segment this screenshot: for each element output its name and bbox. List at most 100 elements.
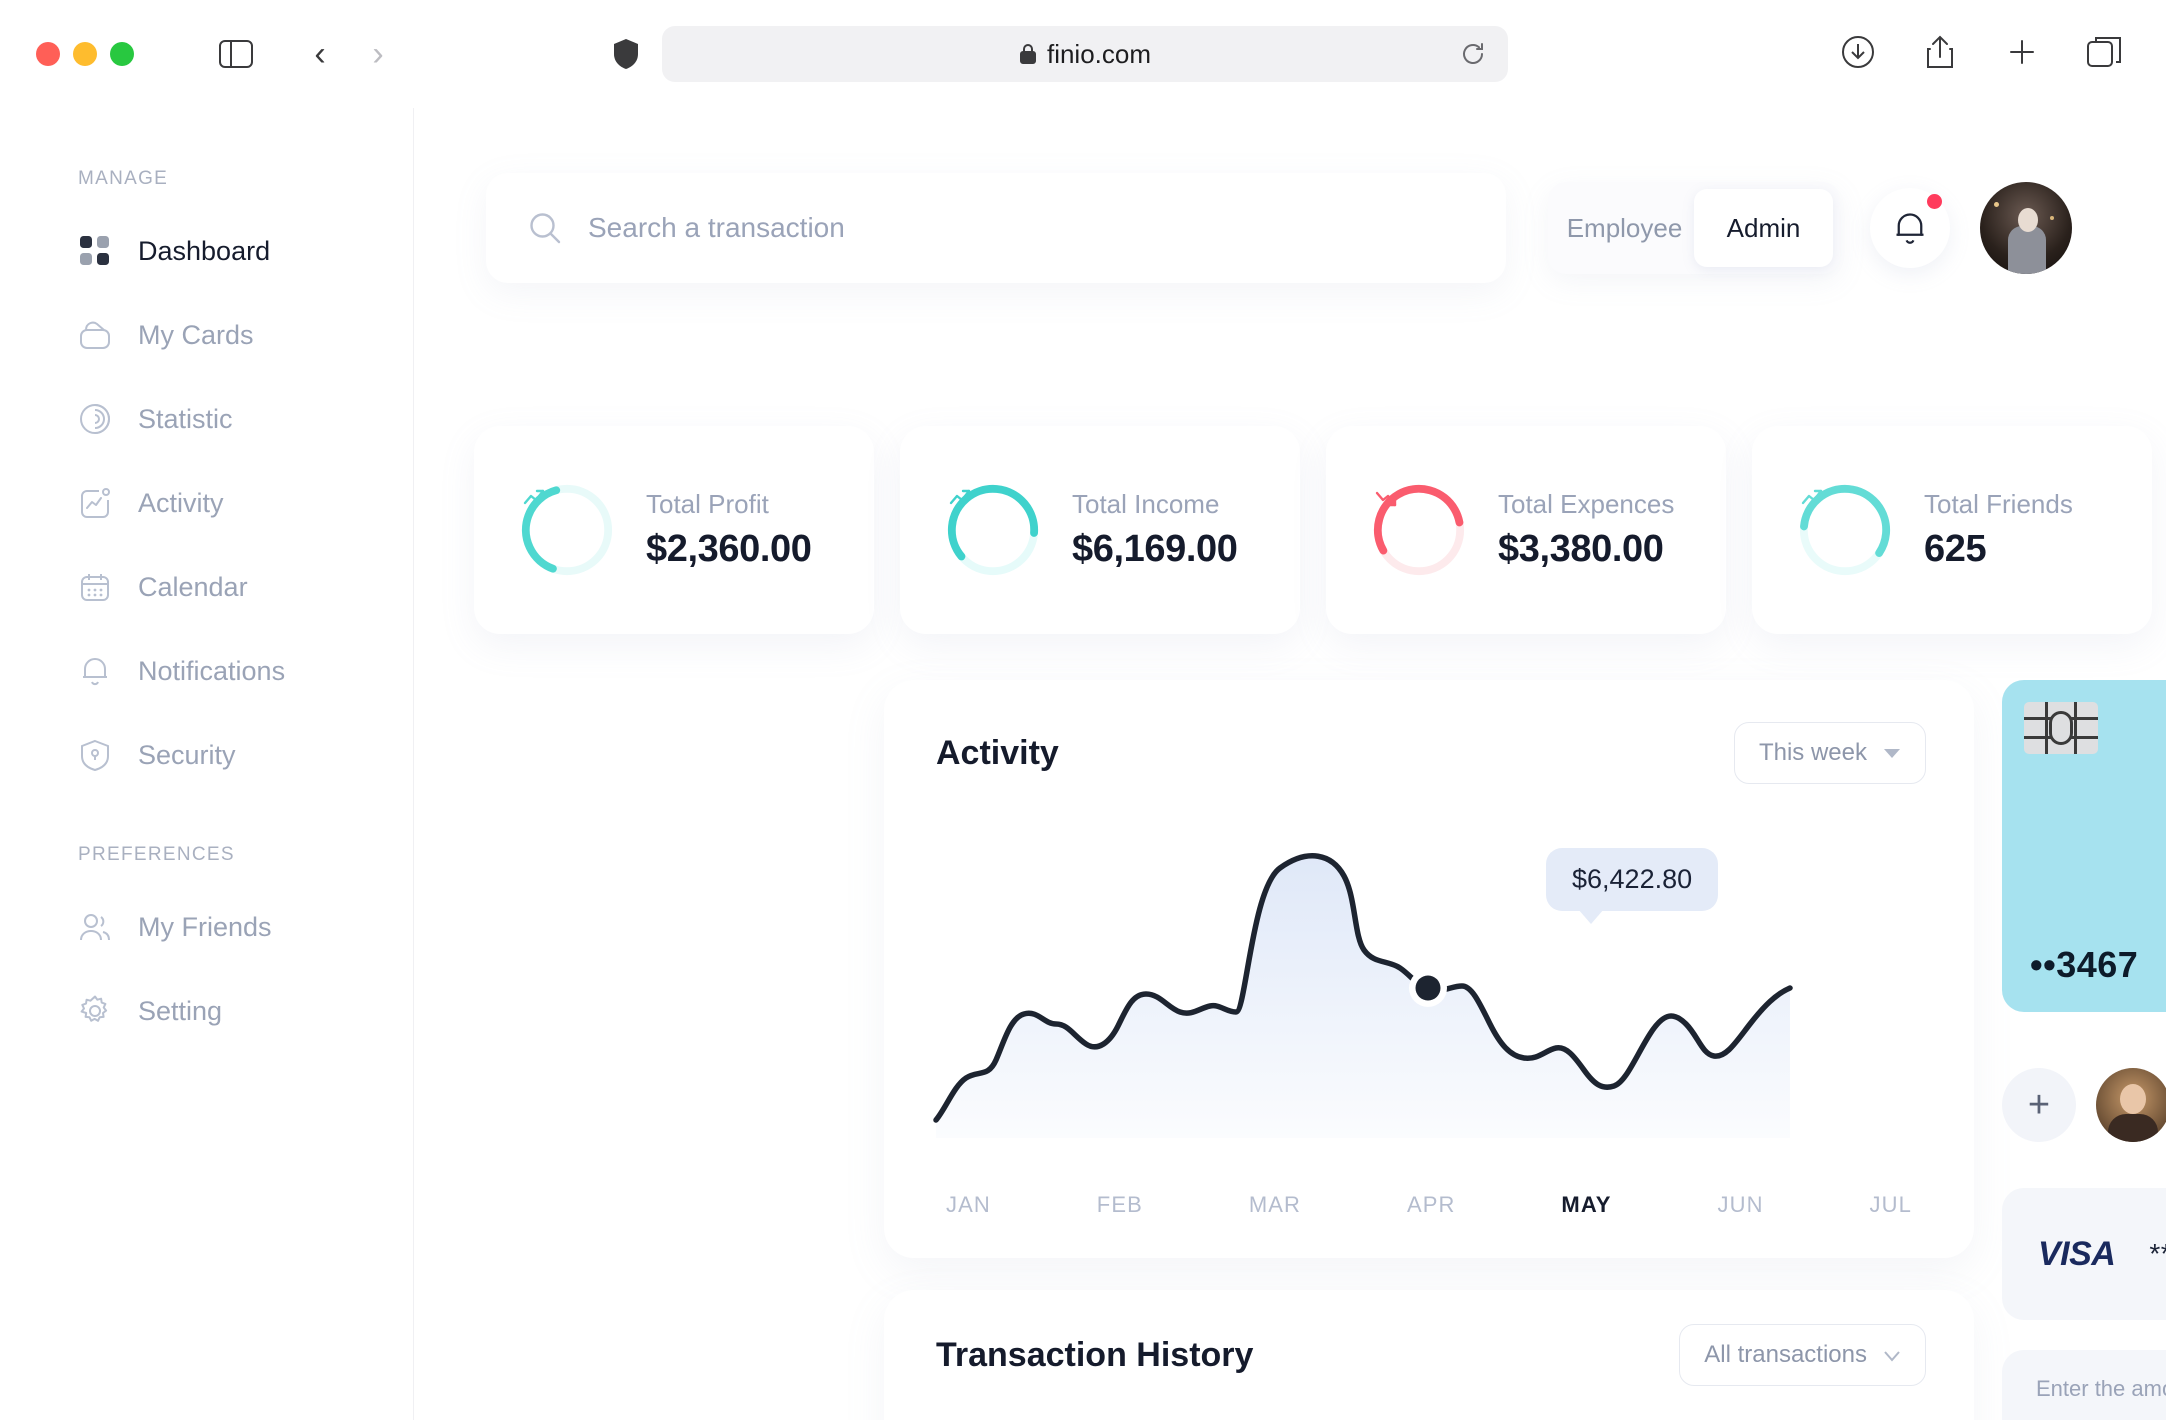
maximize-window-button[interactable] [110, 42, 134, 66]
axis-tick-feb: FEB [1096, 1192, 1143, 1217]
navigation-arrows[interactable]: ‹ › [298, 32, 400, 76]
right-panel: ••3467 DEBIT VISA + VISA **** 5478 [2002, 680, 2166, 1420]
stat-value: $6,169.00 [1072, 528, 1238, 570]
sidebar-item-security[interactable]: Security [78, 724, 413, 786]
sidebar-item-calendar[interactable]: Calendar [78, 556, 413, 618]
main-content: Employee Admin [414, 108, 2166, 1420]
chart-tooltip: $6,422.80 [1546, 848, 1719, 924]
transaction-history-card: Transaction History All transactions [884, 1290, 1974, 1420]
stat-card-total-expences[interactable]: Total Expences $3,380.00 [1326, 426, 1726, 634]
stat-label: Total Friends [1924, 489, 2073, 519]
amount-label: Enter the amount [2036, 1376, 2166, 1401]
chip-icon [2024, 702, 2098, 754]
stat-label: Total Expences [1498, 489, 1675, 519]
sidebar-section-preferences: PREFERENCES [78, 844, 235, 865]
activity-range-dropdown[interactable]: This week [1733, 722, 1926, 784]
forward-arrow-icon[interactable]: › [356, 32, 400, 76]
address-bar[interactable]: finio.com [662, 26, 1508, 82]
window-controls[interactable] [36, 42, 134, 66]
amount-input-box[interactable]: Enter the amount $1,450.60 [2002, 1350, 2166, 1420]
download-icon[interactable] [1832, 26, 1884, 78]
trend-up-icon [518, 481, 616, 579]
stat-value: $3,380.00 [1498, 528, 1664, 570]
role-segment-employee[interactable]: Employee [1555, 189, 1694, 267]
section-title: Transaction History [936, 1335, 1254, 1374]
search-icon [528, 211, 562, 245]
spiral-icon [78, 402, 112, 436]
role-segment-admin[interactable]: Admin [1694, 189, 1833, 267]
reload-icon[interactable] [1456, 37, 1490, 71]
sidebar-item-label: Statistic [138, 403, 233, 434]
sidebar-item-label: Dashboard [138, 235, 271, 266]
activity-range-label: This week [1758, 739, 1867, 766]
axis-tick-mar: MAR [1248, 1192, 1302, 1217]
sidebar-item-activity[interactable]: Activity [78, 472, 413, 534]
sidebar-item-notifications[interactable]: Notifications [78, 640, 413, 702]
trend-up-icon [1796, 481, 1894, 579]
notifications-button[interactable] [1870, 188, 1950, 268]
sidebar-section-manage: MANAGE [78, 168, 169, 189]
axis-tick-may: MAY [1561, 1192, 1612, 1217]
sidebar-toggle-icon[interactable] [210, 28, 262, 80]
grid-icon [78, 234, 112, 268]
people-icon [78, 910, 112, 944]
page-title: Activity [936, 733, 1059, 772]
sidebar-item-label: Security [138, 739, 236, 770]
search-box[interactable] [486, 173, 1506, 283]
add-friend-button[interactable]: + [2002, 1068, 2076, 1142]
browser-actions [1832, 26, 2130, 78]
friend-avatar-1[interactable] [2096, 1068, 2166, 1142]
avatar-detail [2050, 216, 2054, 220]
sidebar-item-setting[interactable]: Setting [78, 980, 413, 1042]
stat-card-total-income[interactable]: Total Income $6,169.00 [900, 426, 1300, 634]
plus-icon[interactable] [1996, 26, 2048, 78]
trend-down-icon [1370, 481, 1468, 579]
axis-tick-jun: JUN [1717, 1192, 1764, 1217]
avatar[interactable] [1980, 182, 2072, 274]
calendar-icon [78, 570, 112, 604]
sidebar-item-label: My Friends [138, 911, 272, 942]
activity-chart-icon [78, 486, 112, 520]
visa-logo: VISA [2038, 1234, 2116, 1273]
notification-badge [1927, 194, 1942, 209]
sidebar-item-my-cards[interactable]: My Cards [78, 304, 413, 366]
minimize-window-button[interactable] [73, 42, 97, 66]
amount-input[interactable]: $1,450.60 [2036, 1414, 2166, 1420]
chevron-down-icon [1883, 739, 1901, 767]
sidebar-item-statistic[interactable]: Statistic [78, 388, 413, 450]
chart-datapoint [1415, 975, 1441, 1001]
card-selector[interactable]: VISA **** 5478 [2002, 1188, 2166, 1320]
stat-card-total-profit[interactable]: Total Profit $2,360.00 [474, 426, 874, 634]
sidebar: MANAGE Dashboard My Cards Statistic Acti… [0, 108, 414, 1420]
dashboard-topbar: Employee Admin [486, 168, 2102, 288]
sidebar-item-label: Calendar [138, 571, 248, 602]
shield-lock-icon [78, 738, 112, 772]
search-input[interactable] [588, 212, 1368, 244]
sidebar-item-dashboard[interactable]: Dashboard [78, 220, 413, 282]
progress-ring [518, 481, 616, 579]
close-window-button[interactable] [36, 42, 60, 66]
axis-tick-apr: APR [1406, 1192, 1456, 1217]
role-toggle[interactable]: Employee Admin [1548, 182, 1840, 274]
axis-tick-jul: JUL [1869, 1192, 1912, 1217]
browser-toolbar: ‹ › finio.com [0, 0, 2166, 108]
transaction-filter-dropdown[interactable]: All transactions [1679, 1324, 1926, 1386]
sidebar-item-label: Notifications [138, 655, 286, 686]
stat-card-total-friends[interactable]: Total Friends 625 [1752, 426, 2152, 634]
share-icon[interactable] [1914, 26, 1966, 78]
back-arrow-icon[interactable]: ‹ [298, 32, 342, 76]
lock-icon [1019, 43, 1037, 65]
url-text: finio.com [1046, 38, 1152, 69]
activity-card: Activity This week $6,422.80 JAN FEB MAR… [884, 680, 1974, 1258]
card-number: ••3467 [2030, 944, 2139, 985]
amount-row: $1,450.60 [2036, 1414, 2166, 1420]
stat-value: $2,360.00 [646, 528, 812, 570]
progress-ring [1796, 481, 1894, 579]
axis-tick-jan: JAN [946, 1192, 991, 1217]
credit-card[interactable]: ••3467 DEBIT VISA [2002, 680, 2166, 1012]
activity-header: Activity This week [936, 722, 1926, 784]
gear-icon [78, 994, 112, 1028]
tabs-icon[interactable] [2078, 26, 2130, 78]
shield-icon[interactable] [600, 28, 652, 80]
sidebar-item-my-friends[interactable]: My Friends [78, 896, 413, 958]
